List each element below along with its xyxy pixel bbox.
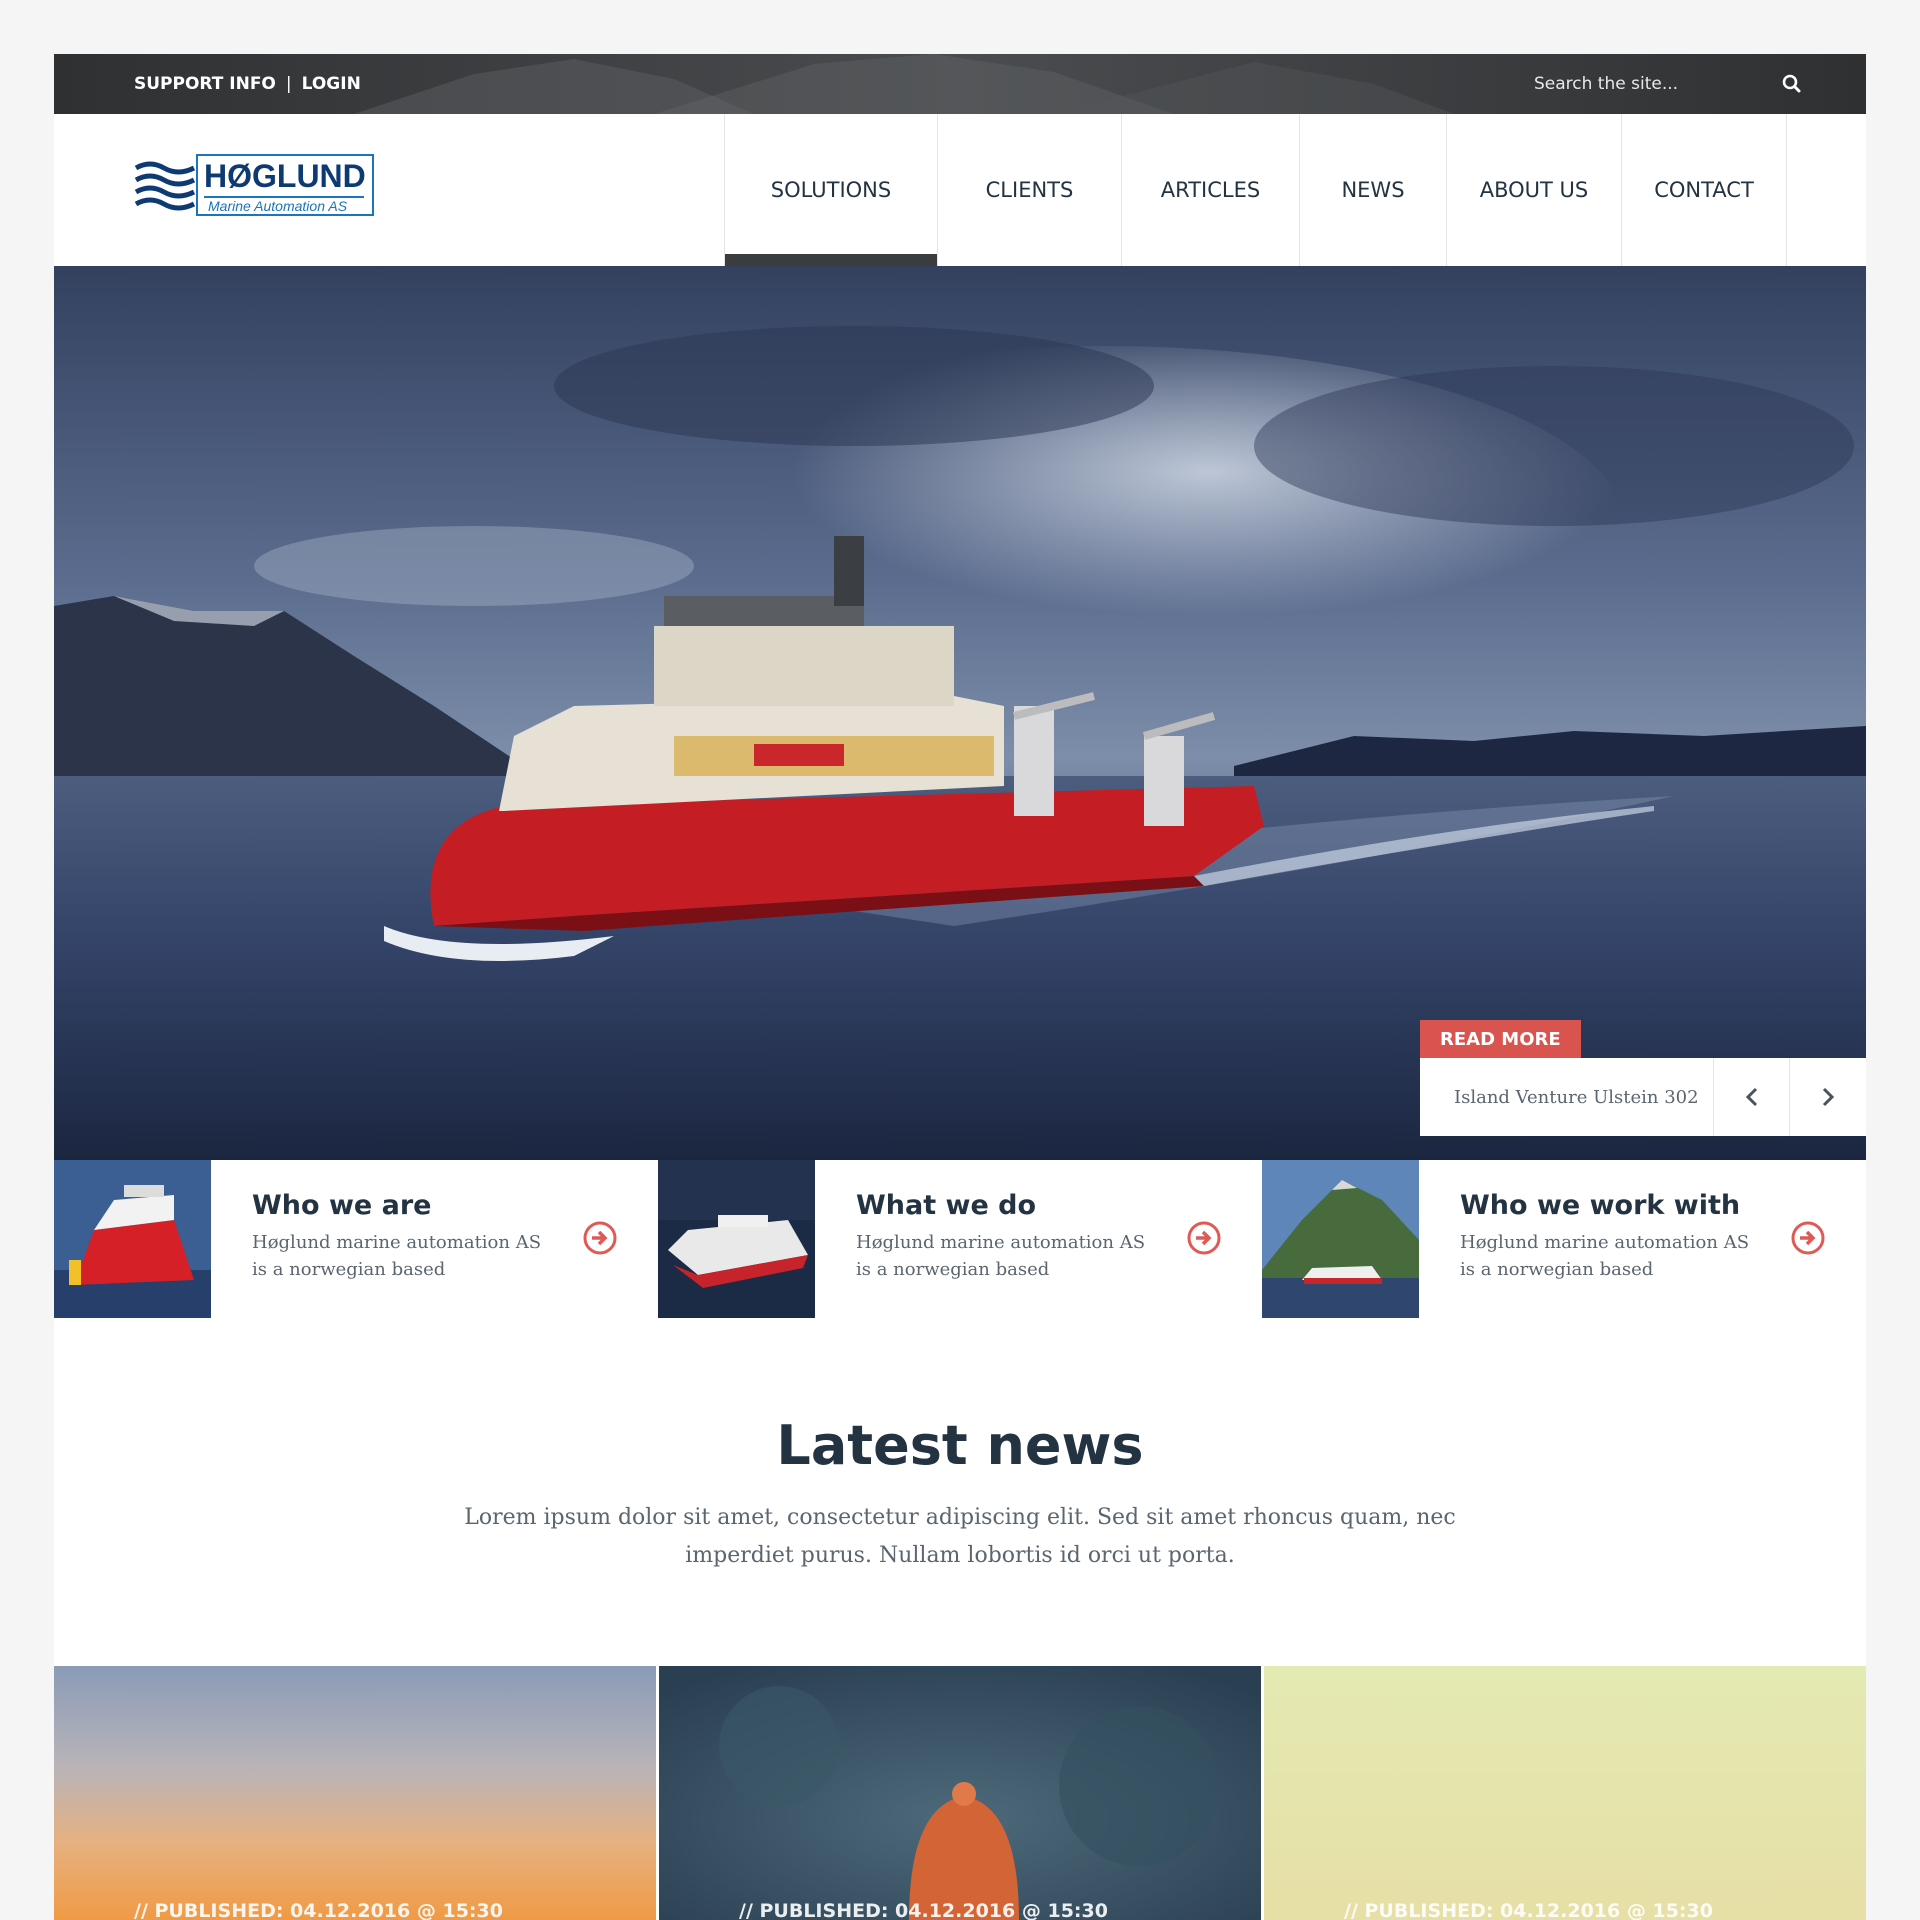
page: SUPPORT INFO | LOGIN HØGLUND Marine Auto…	[54, 54, 1866, 1920]
chevron-right-icon	[1822, 1087, 1835, 1107]
feature-thumbnail	[54, 1160, 211, 1318]
site-header: HØGLUND Marine Automation AS SOLUTIONS C…	[54, 114, 1866, 266]
nav-item-articles[interactable]: ARTICLES	[1122, 114, 1300, 266]
arrow-circle-right-icon[interactable]	[1790, 1220, 1826, 1256]
feature-thumbnail	[1262, 1160, 1419, 1318]
hoglund-logo[interactable]: HØGLUND Marine Automation AS	[134, 154, 374, 216]
news-card-image	[54, 1666, 656, 1920]
waves-icon	[134, 161, 196, 211]
logo-name: HØGLUND	[204, 158, 366, 194]
news-published-date: // PUBLISHED: 04.12.2016 @ 15:30	[739, 1900, 1108, 1920]
feature-title: Who we are	[252, 1190, 432, 1221]
main-nav: SOLUTIONS CLIENTS ARTICLES NEWS ABOUT US…	[724, 114, 1787, 266]
site-search	[1524, 64, 1804, 104]
slider-prev-button[interactable]	[1714, 1058, 1790, 1136]
feature-title: Who we work with	[1460, 1190, 1741, 1221]
feature-strip: Who we are Høglund marine automation AS …	[54, 1160, 1866, 1318]
news-card[interactable]: // PUBLISHED: 04.12.2016 @ 15:30	[659, 1666, 1261, 1920]
news-published-date: // PUBLISHED: 04.12.2016 @ 15:30	[134, 1900, 503, 1920]
news-card[interactable]: // PUBLISHED: 04.12.2016 @ 15:30	[1264, 1666, 1866, 1920]
nav-item-solutions[interactable]: SOLUTIONS	[725, 114, 938, 266]
feature-what-we-do[interactable]: What we do Høglund marine automation AS …	[658, 1160, 1262, 1318]
arrow-circle-right-icon[interactable]	[582, 1220, 618, 1256]
slider-caption: Island Venture Ulstein 302	[1420, 1058, 1866, 1136]
feature-description: Høglund marine automation AS is a norweg…	[252, 1232, 542, 1280]
latest-news-intro: Lorem ipsum dolor sit amet, consectetur …	[464, 1505, 1456, 1568]
slide-title: Island Venture Ulstein 302	[1420, 1058, 1714, 1136]
news-card[interactable]: // PUBLISHED: 04.12.2016 @ 15:30	[54, 1666, 656, 1920]
news-card-image	[1264, 1666, 1866, 1920]
hero-ship-image	[54, 266, 1866, 1160]
search-icon[interactable]	[1780, 72, 1804, 96]
latest-news-heading: Latest news	[776, 1414, 1144, 1477]
logo-box: HØGLUND Marine Automation AS	[196, 154, 374, 216]
topbar-separator: |	[285, 74, 292, 94]
login-link[interactable]: LOGIN	[302, 74, 361, 94]
news-cards: // PUBLISHED: 04.12.2016 @ 15:30 // PUBL…	[54, 1666, 1866, 1920]
feature-who-we-are[interactable]: Who we are Høglund marine automation AS …	[54, 1160, 658, 1318]
slider-next-button[interactable]	[1790, 1058, 1866, 1136]
chevron-left-icon	[1745, 1087, 1757, 1107]
top-utility-bar: SUPPORT INFO | LOGIN	[54, 54, 1866, 114]
arrow-circle-right-icon[interactable]	[1186, 1220, 1222, 1256]
support-info-link[interactable]: SUPPORT INFO	[134, 74, 276, 94]
logo-tagline: Marine Automation AS	[204, 196, 364, 214]
news-published-date: // PUBLISHED: 04.12.2016 @ 15:30	[1344, 1900, 1713, 1920]
feature-thumbnail	[658, 1160, 815, 1318]
nav-item-about-us[interactable]: ABOUT US	[1447, 114, 1622, 266]
search-input[interactable]	[1524, 74, 1744, 94]
feature-description: Høglund marine automation AS is a norweg…	[1460, 1232, 1750, 1280]
feature-description: Høglund marine automation AS is a norweg…	[856, 1232, 1146, 1280]
news-card-image	[659, 1666, 1261, 1920]
latest-news-section: Latest news Lorem ipsum dolor sit amet, …	[54, 1414, 1866, 1575]
nav-item-clients[interactable]: CLIENTS	[938, 114, 1122, 266]
read-more-button[interactable]: READ MORE	[1420, 1020, 1581, 1058]
feature-title: What we do	[856, 1190, 1037, 1221]
nav-item-contact[interactable]: CONTACT	[1622, 114, 1787, 266]
feature-who-we-work-with[interactable]: Who we work with Høglund marine automati…	[1262, 1160, 1866, 1318]
nav-item-news[interactable]: NEWS	[1300, 114, 1447, 266]
hero-slider: READ MORE Island Venture Ulstein 302	[54, 266, 1866, 1160]
